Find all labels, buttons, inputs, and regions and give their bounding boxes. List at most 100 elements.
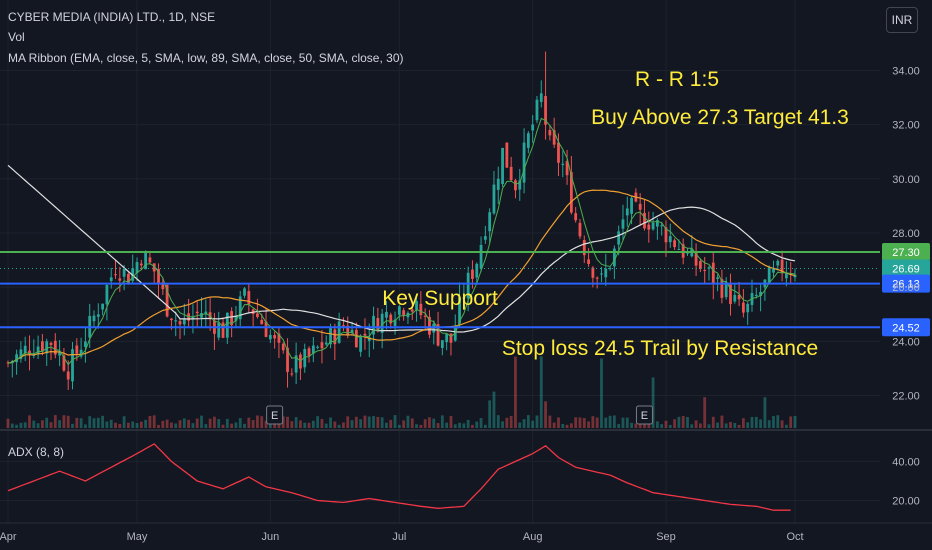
candle-body	[268, 335, 272, 340]
volume-bar	[359, 419, 363, 428]
volume-bar	[789, 416, 793, 428]
candle-body	[630, 197, 633, 214]
volume-bar	[105, 421, 109, 428]
volume-bar	[501, 421, 504, 428]
candle-body	[96, 314, 100, 317]
candle-body	[316, 346, 320, 348]
volume-bar	[582, 418, 586, 428]
volume-bar	[62, 415, 66, 428]
volume-bar	[729, 422, 732, 428]
volume-bar	[342, 422, 345, 428]
candle-body	[307, 348, 311, 357]
volume-bar	[617, 424, 621, 428]
volume-bar	[58, 420, 62, 428]
volume-bar	[406, 415, 410, 428]
candle-body	[625, 208, 629, 216]
price-tick-label: 22.00	[892, 391, 920, 403]
volume-bar	[195, 418, 199, 428]
volume-bar	[200, 415, 203, 428]
candle-body	[475, 263, 479, 278]
candle-body	[754, 295, 758, 297]
volume-bar	[157, 424, 160, 428]
vol-indicator-label: Vol	[8, 30, 25, 44]
volume-bar	[217, 418, 221, 428]
volume-bar	[591, 416, 595, 428]
candle-body	[720, 279, 724, 298]
volume-bar	[45, 417, 49, 428]
volume-bar	[423, 419, 427, 428]
candle-body	[225, 312, 229, 338]
volume-bar	[707, 424, 711, 428]
candle-body	[638, 203, 642, 210]
volume-bar	[600, 358, 603, 428]
volume-bar	[655, 421, 659, 428]
candle-body	[195, 311, 199, 314]
candle-body	[359, 335, 363, 352]
candle-body	[144, 253, 148, 270]
currency-button[interactable]: INR	[886, 7, 918, 33]
volume-bar	[514, 356, 517, 428]
volume-bar	[187, 419, 191, 428]
adx-label: ADX (8, 8)	[8, 445, 65, 459]
candle-body	[122, 268, 126, 277]
volume-bar	[316, 416, 320, 428]
volume-bar	[28, 415, 31, 428]
volume-bar	[208, 418, 212, 428]
candle-body	[492, 184, 496, 214]
volume-bar	[780, 420, 784, 428]
candle-body	[698, 261, 702, 270]
volume-bar	[247, 417, 251, 428]
volume-bar	[174, 423, 178, 428]
price-tick-label: 30.00	[892, 174, 920, 186]
time-tick-label: Aug	[523, 531, 543, 543]
volume-bar	[458, 422, 461, 428]
volume-bar	[131, 421, 135, 428]
volume-bar	[440, 415, 444, 428]
candle-body	[703, 269, 707, 271]
volume-bar	[221, 424, 225, 428]
volume-bar	[23, 422, 27, 428]
volume-bar	[432, 418, 436, 428]
candle-body	[746, 303, 750, 313]
volume-bar	[634, 423, 638, 428]
candle-body	[677, 249, 681, 251]
volume-bar	[776, 415, 780, 428]
volume-bar	[445, 422, 449, 428]
ma-ribbon-label: MA Ribbon (EMA, close, 5, SMA, low, 89, …	[8, 51, 404, 65]
volume-bar	[329, 417, 332, 428]
volume-bar	[565, 424, 569, 428]
buy-annotation: Buy Above 27.3 Target 41.3	[591, 106, 849, 129]
volume-bar	[96, 417, 100, 428]
candle-body	[324, 342, 328, 345]
volume-bar	[509, 415, 513, 428]
candle-body	[148, 257, 152, 263]
volume-bar	[307, 422, 311, 428]
candle-body	[767, 267, 771, 284]
volume-bar	[118, 423, 122, 428]
candle-body	[501, 147, 504, 185]
volume-bar	[686, 416, 689, 428]
candle-body	[621, 219, 625, 229]
candle-body	[363, 333, 367, 336]
volume-bar	[161, 420, 165, 428]
symbol-title: CYBER MEDIA (INDIA) LTD., 1D, NSE	[8, 10, 216, 24]
volume-bar	[49, 422, 53, 428]
time-tick-label: May	[127, 531, 148, 543]
volume-bar	[376, 416, 380, 428]
candle-body	[354, 329, 358, 348]
price-chart[interactable]: 27.3026.6926.1324.52 EE 22.0024.0026.002…	[0, 0, 932, 550]
volume-bar	[397, 424, 401, 428]
volume-bar	[299, 420, 302, 428]
candle-body	[114, 274, 117, 276]
volume-bar	[526, 415, 530, 428]
volume-bar	[483, 424, 487, 428]
candle-body	[23, 345, 27, 354]
volume-bar	[772, 416, 775, 428]
volume-bar	[139, 421, 143, 428]
volume-bar	[436, 423, 440, 428]
candle-body	[785, 273, 788, 279]
candle-body	[647, 224, 651, 230]
candle-body	[548, 130, 552, 136]
volume-bar	[466, 419, 470, 428]
candle-body	[617, 231, 621, 245]
